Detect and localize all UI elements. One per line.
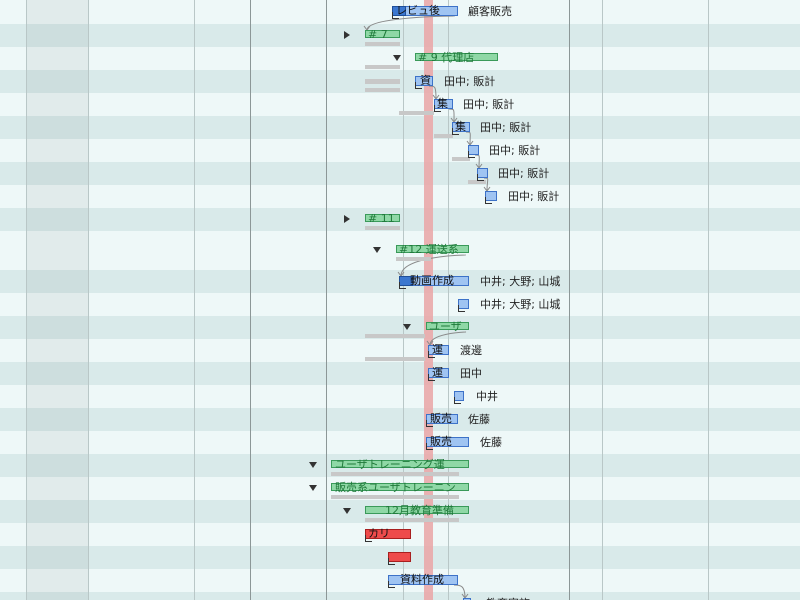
baseline-bar xyxy=(331,495,459,499)
task-constraint-icon xyxy=(399,282,406,289)
baseline-bar xyxy=(365,334,425,338)
baseline-bar xyxy=(365,226,400,230)
baseline-bar xyxy=(365,79,400,84)
bar-label: レビュ後 xyxy=(396,4,440,17)
resource-label: 田中; 販計 xyxy=(480,121,532,134)
task-constraint-icon xyxy=(454,397,461,404)
bar-label: ユーザトレーニング運 xyxy=(335,458,445,471)
bar-label: 資料作成 xyxy=(400,573,444,586)
baseline-bar xyxy=(365,42,400,46)
bar-label: 販売 xyxy=(430,435,452,448)
resource-label: 中井; 大野; 山城 xyxy=(480,298,561,311)
task-constraint-icon xyxy=(388,581,395,588)
bar-label: 12月教育準備 xyxy=(385,504,454,517)
dependency-link xyxy=(448,108,455,123)
resource-label: 田中; 販計 xyxy=(444,75,496,88)
baseline-bar xyxy=(365,65,400,69)
resource-label: 中井; 大野; 山城 xyxy=(480,275,561,288)
task-constraint-icon xyxy=(485,197,492,204)
resource-label: 田中; 販計 xyxy=(463,98,515,111)
baseline-bar xyxy=(434,134,453,138)
task-constraint-icon xyxy=(468,151,475,158)
gantt-chart[interactable]: レビュ後 顧客販売 # 7 # 9 代理店資田中; 販計集田中; 販計集田中; 販計田… xyxy=(0,0,800,600)
resource-label: 佐藤 xyxy=(480,436,502,449)
task-constraint-icon xyxy=(388,558,395,565)
baseline-bar xyxy=(396,257,431,261)
resource-label: 渡邊 xyxy=(460,344,482,357)
baseline-bar xyxy=(365,357,425,361)
collapse-triangle-icon[interactable] xyxy=(309,462,317,468)
collapse-triangle-icon[interactable] xyxy=(343,508,351,514)
expand-triangle-icon[interactable] xyxy=(344,31,350,39)
collapse-triangle-icon[interactable] xyxy=(393,55,401,61)
bar-label: 運 xyxy=(432,343,443,356)
expand-triangle-icon[interactable] xyxy=(344,215,350,223)
resource-label: 顧客販売 xyxy=(468,5,512,18)
resource-label: 田中; 販計 xyxy=(489,144,541,157)
bar-label: # 11 xyxy=(368,212,395,225)
resource-label: 田中 xyxy=(460,367,482,380)
bar-label: 運 xyxy=(432,366,443,379)
task-constraint-icon xyxy=(477,174,484,181)
collapse-triangle-icon[interactable] xyxy=(309,485,317,491)
resource-label: 田中; 販計 xyxy=(508,190,560,203)
bar-label: 販売系ユーザトレーニン xyxy=(335,481,456,494)
bar-label: 集 xyxy=(455,120,466,133)
bar-label: 販売 xyxy=(430,412,452,425)
baseline-bar xyxy=(399,111,434,115)
collapse-triangle-icon[interactable] xyxy=(403,324,411,330)
bar-label: #12 運送系 xyxy=(399,243,459,256)
bar-label: 資 xyxy=(420,74,431,87)
bar-label: # 7 xyxy=(368,28,388,41)
baseline-bar xyxy=(331,472,459,476)
bar-label: 動画作成 xyxy=(410,274,454,287)
resource-label: 佐藤 xyxy=(468,413,490,426)
baseline-bar xyxy=(365,518,459,522)
baseline-bar xyxy=(365,88,400,92)
collapse-triangle-icon[interactable] xyxy=(373,247,381,253)
task-constraint-icon xyxy=(458,305,465,312)
bar-label: # 9 代理店 xyxy=(418,51,475,64)
bar-label: カリ xyxy=(368,527,390,540)
resource-label: 中井 xyxy=(476,390,498,403)
bar-label: 集 xyxy=(437,97,448,110)
resource-label: 田中; 販計 xyxy=(498,167,550,180)
bar-label: ユーザ xyxy=(429,320,462,333)
